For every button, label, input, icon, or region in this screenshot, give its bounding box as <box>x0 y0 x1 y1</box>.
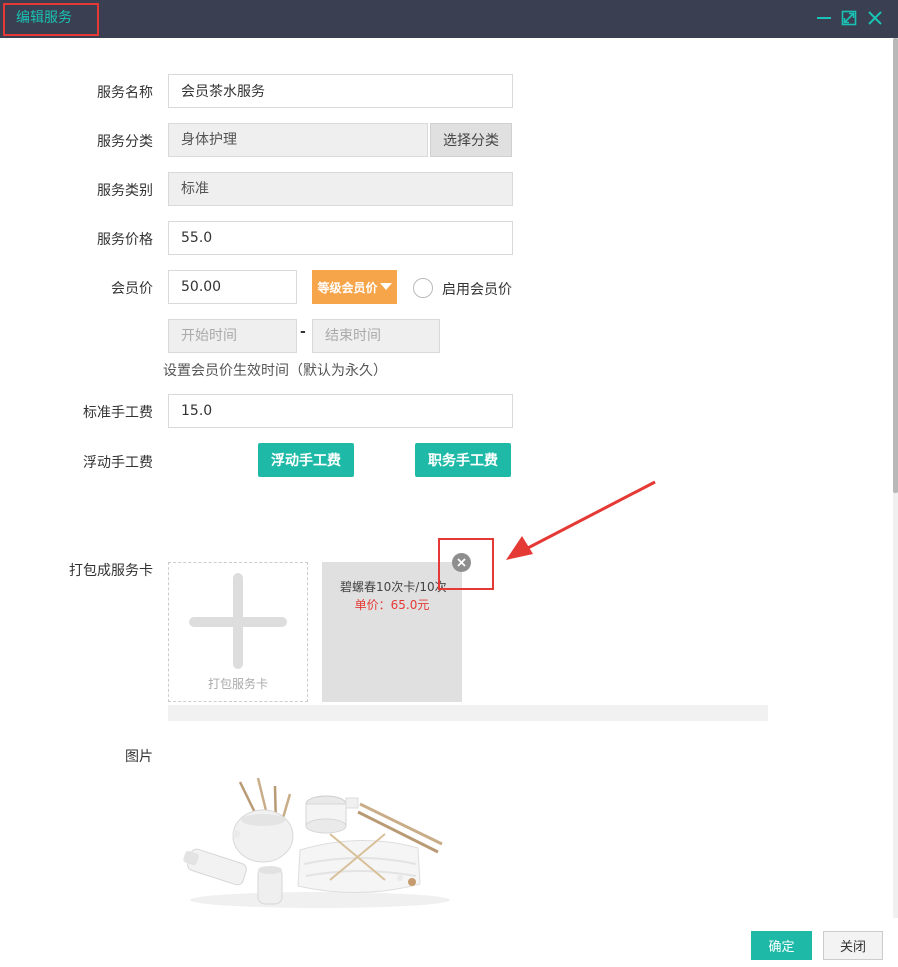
service-category-field: 身体护理 <box>168 123 428 157</box>
service-card[interactable]: 碧螺春10次卡/10次 单价：65.0元 <box>322 562 462 702</box>
service-name-input[interactable] <box>168 74 513 108</box>
service-type-field: 标准 <box>168 172 513 206</box>
standard-fee-input[interactable] <box>168 394 513 428</box>
start-time-input[interactable] <box>168 319 297 353</box>
position-fee-button[interactable]: 职务手工费 <box>415 443 511 477</box>
service-name-label: 服务名称 <box>97 85 153 101</box>
enable-member-price-radio[interactable] <box>413 278 433 298</box>
level-member-price-button[interactable]: 等级会员价 <box>312 270 397 304</box>
add-service-card[interactable]: 打包服务卡 <box>168 562 308 702</box>
service-card-name: 碧螺春10次卡/10次 <box>340 580 447 594</box>
service-price-input[interactable] <box>168 221 513 255</box>
remove-card-icon[interactable] <box>452 553 471 572</box>
add-card-label: 打包服务卡 <box>207 677 268 691</box>
service-type-label: 服务类别 <box>97 183 153 199</box>
service-category-label: 服务分类 <box>97 134 153 150</box>
close-icon[interactable] <box>865 8 885 28</box>
level-member-price-label: 等级会员价 <box>317 280 378 295</box>
maximize-icon[interactable] <box>839 8 859 28</box>
image-label: 图片 <box>125 749 153 765</box>
end-time-input[interactable] <box>312 319 440 353</box>
close-button[interactable]: 关闭 <box>823 931 883 960</box>
service-image[interactable] <box>180 772 460 912</box>
service-card-price: 单价：65.0元 <box>354 598 430 612</box>
time-separator: - <box>300 324 306 340</box>
confirm-button[interactable]: 确定 <box>751 931 812 960</box>
member-price-input[interactable] <box>168 270 297 304</box>
minimize-icon[interactable] <box>814 8 834 28</box>
member-price-label: 会员价 <box>111 281 153 297</box>
floating-fee-label: 浮动手工费 <box>83 455 153 471</box>
scrollbar-thumb[interactable] <box>893 38 898 493</box>
card-list-hscroll[interactable] <box>168 705 768 721</box>
annotation-arrow <box>506 480 656 560</box>
title-bar: 编辑服务 <box>0 0 898 38</box>
choose-category-button[interactable]: 选择分类 <box>430 123 512 157</box>
caret-down-icon <box>379 283 392 290</box>
package-card-label: 打包成服务卡 <box>69 563 153 579</box>
floating-fee-button[interactable]: 浮动手工费 <box>258 443 354 477</box>
enable-member-price-label: 启用会员价 <box>442 282 512 298</box>
standard-fee-label: 标准手工费 <box>83 405 153 421</box>
vertical-scrollbar[interactable] <box>893 38 898 918</box>
service-price-label: 服务价格 <box>97 232 153 248</box>
window-title: 编辑服务 <box>16 10 72 26</box>
member-price-time-hint: 设置会员价生效时间（默认为永久） <box>163 363 387 379</box>
